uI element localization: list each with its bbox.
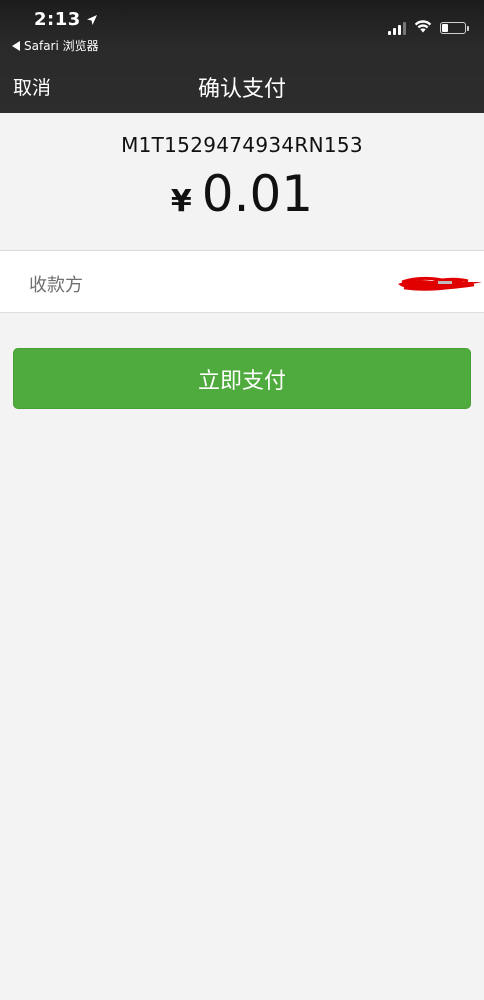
status-time: 2:13 (34, 9, 98, 30)
cellular-signal-icon (388, 21, 406, 35)
currency-symbol: ¥ (170, 184, 192, 219)
payee-row: 收款方 (0, 250, 484, 313)
wifi-icon (414, 18, 432, 37)
order-number: M1T1529474934RN153 (121, 133, 363, 157)
payment-summary: M1T1529474934RN153 ¥ 0.01 (0, 113, 484, 250)
battery-icon (440, 21, 469, 34)
back-triangle-icon (12, 40, 20, 51)
back-app-label: Safari 浏览器 (24, 39, 99, 53)
battery-fill (442, 23, 448, 32)
pay-now-button[interactable]: 立即支付 (13, 348, 471, 409)
back-to-app-link[interactable]: Safari 浏览器 (12, 37, 99, 54)
amount-value: 0.01 (201, 165, 314, 223)
header: 2:13 Safari 浏览器 取消 确认支付 (0, 0, 484, 113)
page-title: 确认支付 (197, 77, 286, 102)
status-indicators (388, 18, 469, 37)
location-arrow-icon (86, 14, 98, 26)
redacted-payee-name (394, 273, 484, 299)
time-text: 2:13 (34, 9, 81, 30)
payee-label: 收款方 (29, 275, 83, 296)
payment-amount: ¥ 0.01 (0, 165, 484, 223)
